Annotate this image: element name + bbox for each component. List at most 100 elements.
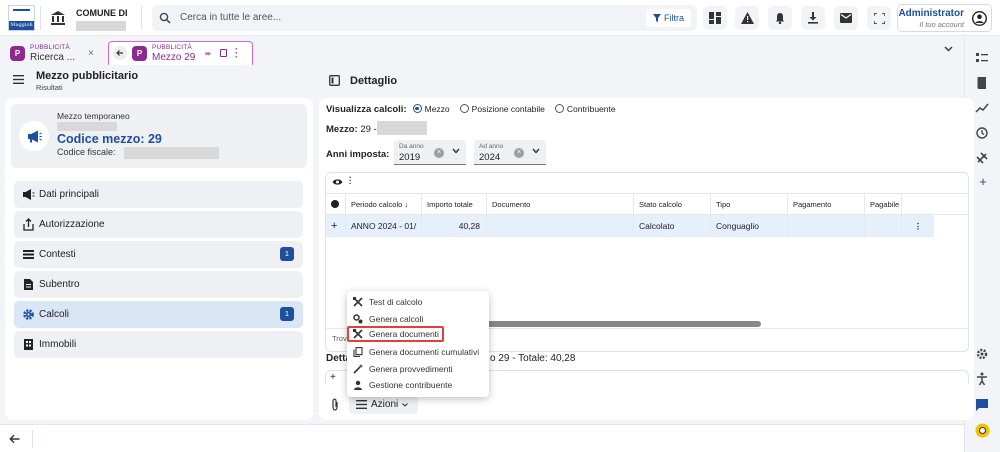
- col-documento[interactable]: Documento: [487, 194, 634, 214]
- col-pagamento[interactable]: Pagamento: [788, 194, 865, 214]
- book-icon[interactable]: [975, 76, 991, 92]
- warning-button[interactable]: [735, 6, 759, 30]
- chevron-down-icon[interactable]: [532, 148, 540, 154]
- megaphone-icon: [19, 121, 49, 151]
- select-all-icon[interactable]: [326, 194, 346, 214]
- tab-title: Mezzo 29: [152, 52, 196, 63]
- dashboard-button[interactable]: [703, 6, 727, 30]
- menu-item-genera-documenti-cumulativi[interactable]: Genera documenti cumulativi: [347, 344, 489, 360]
- user-name: Administrator: [898, 8, 964, 19]
- col-stato[interactable]: Stato calcolo: [634, 194, 711, 214]
- bell-icon: [776, 13, 784, 24]
- nav-label: Subentro: [39, 279, 80, 290]
- chevron-down-icon[interactable]: [452, 148, 460, 154]
- nav-contesti[interactable]: Contesti 1: [14, 241, 303, 268]
- menu-item-gestione-contribuente[interactable]: Gestione contribuente: [347, 377, 489, 393]
- tab-mezzo[interactable]: P PUBBLICITÀ Mezzo 29 ∞ · · ·: [108, 41, 253, 65]
- maggioli-logo[interactable]: Maggioli: [8, 5, 35, 31]
- nav-autorizzazione[interactable]: Autorizzazione: [14, 211, 303, 238]
- expand-icon[interactable]: +: [326, 215, 346, 237]
- menu-item-label: Genera calcoli: [369, 314, 424, 324]
- more-vertical-icon[interactable]: · · ·: [349, 174, 352, 188]
- tab-title: Ricerca ...: [30, 52, 76, 63]
- attach-icon[interactable]: [330, 398, 340, 411]
- back-arrow-icon[interactable]: [113, 46, 127, 60]
- menu-item-genera-provvedimenti[interactable]: Genera provvedimenti: [347, 361, 489, 377]
- right-panel-title: Dettaglio: [350, 75, 398, 87]
- col-periodo[interactable]: Periodo calcolo ↓: [346, 194, 422, 214]
- nav-calcoli[interactable]: Calcoli 1: [14, 301, 303, 328]
- cell-tipo: Conguaglio: [711, 215, 788, 237]
- accessibility-icon[interactable]: [975, 372, 991, 388]
- nav-label: Autorizzazione: [39, 219, 105, 230]
- list-details-icon[interactable]: [975, 51, 991, 67]
- fiscal-code-redacted: [124, 147, 219, 159]
- chevron-down-icon[interactable]: [944, 46, 953, 52]
- nav-subentro[interactable]: Subentro: [14, 271, 303, 298]
- global-search[interactable]: Cerca in tutte le aree... Filtra: [152, 5, 697, 31]
- mezzo-type: Mezzo temporaneo: [57, 111, 130, 121]
- account-button[interactable]: Administrator Il tuo account: [897, 4, 992, 32]
- tab-ricerca[interactable]: P PUBBLICITÀ Ricerca ... ×: [6, 41, 101, 65]
- eye-icon[interactable]: [332, 178, 343, 186]
- da-anno-select[interactable]: Da anno 2019 ×: [394, 140, 466, 165]
- support-icon[interactable]: [975, 423, 991, 439]
- row-menu-icon[interactable]: ⋮: [902, 215, 934, 237]
- menu-item-genera-calcoli[interactable]: Genera calcoli: [347, 311, 489, 327]
- search-input[interactable]: Cerca in tutte le aree...: [180, 12, 281, 23]
- notifications-button[interactable]: [768, 6, 792, 30]
- da-anno-label: Da anno: [399, 143, 424, 150]
- list-icon[interactable]: [13, 75, 24, 84]
- menu-item-label: Gestione contribuente: [369, 380, 453, 390]
- right-panel-header: Dettaglio: [322, 66, 962, 96]
- link-icon[interactable]: ∞: [205, 49, 211, 58]
- settings-icon[interactable]: [975, 347, 991, 363]
- nav-label: Dati principali: [39, 189, 100, 200]
- menu-item-genera-documenti[interactable]: Genera documenti: [347, 326, 444, 342]
- azioni-button[interactable]: Azioni: [349, 395, 418, 414]
- panel-icon[interactable]: [329, 75, 340, 86]
- back-arrow-icon[interactable]: [9, 434, 20, 444]
- col-tipo[interactable]: Tipo: [711, 194, 788, 214]
- table-row[interactable]: + ANNO 2024 - 01/ 40,28 Calcolato Congua…: [326, 215, 934, 237]
- radio-contribuente[interactable]: Contribuente: [554, 104, 616, 115]
- chat-icon[interactable]: [975, 398, 991, 414]
- add-icon[interactable]: +: [975, 175, 991, 191]
- divider: [32, 430, 33, 448]
- clear-icon[interactable]: ×: [434, 148, 444, 158]
- nav-dati-principali[interactable]: Dati principali: [14, 181, 303, 208]
- expand-icon[interactable]: +: [330, 372, 336, 383]
- divider: [40, 6, 41, 30]
- radio-posizione-contabile[interactable]: Posizione contabile: [459, 104, 545, 115]
- menu-item-test-calcolo[interactable]: Test di calcolo: [347, 294, 489, 310]
- ad-anno-label: Ad anno: [479, 143, 504, 150]
- left-card: Mezzo temporaneo Codice mezzo: 29 Codice…: [5, 98, 313, 420]
- col-pagabile[interactable]: Pagabile: [865, 194, 902, 214]
- radio-mezzo[interactable]: Mezzo: [412, 104, 450, 115]
- trending-icon[interactable]: [975, 101, 991, 117]
- more-vertical-icon[interactable]: · · ·: [235, 45, 238, 62]
- mail-button[interactable]: [834, 6, 858, 30]
- fullscreen-button[interactable]: [867, 6, 891, 30]
- plugin-icon[interactable]: [975, 151, 991, 167]
- cell-stato: Calcolato: [634, 215, 711, 237]
- tools-icon: [353, 329, 363, 339]
- menu-item-label: Genera provvedimenti: [369, 364, 453, 374]
- dettaglio-summary: o 29 - Totale: 40,28: [490, 353, 576, 364]
- clear-icon[interactable]: ×: [514, 148, 524, 158]
- window-icon[interactable]: [220, 49, 227, 57]
- col-importo[interactable]: Importo totale: [422, 194, 487, 214]
- ad-anno-select[interactable]: Ad anno 2024 ×: [474, 140, 546, 165]
- close-icon[interactable]: ×: [88, 48, 94, 59]
- history-icon[interactable]: [975, 126, 991, 142]
- nav-label: Immobili: [39, 339, 77, 350]
- fiscal-code-label: Codice fiscale:: [57, 147, 116, 157]
- fullscreen-icon: [873, 12, 885, 24]
- download-button[interactable]: [801, 6, 825, 30]
- cell-documento: [487, 215, 634, 237]
- filter-button[interactable]: Filtra: [646, 9, 691, 27]
- cell-importo: 40,28: [422, 215, 487, 237]
- nav-immobili[interactable]: Immobili: [14, 331, 303, 358]
- menu-item-label: Genera documenti cumulativi: [369, 347, 480, 357]
- left-panel-header: Mezzo pubblicitario Risultati: [0, 66, 318, 96]
